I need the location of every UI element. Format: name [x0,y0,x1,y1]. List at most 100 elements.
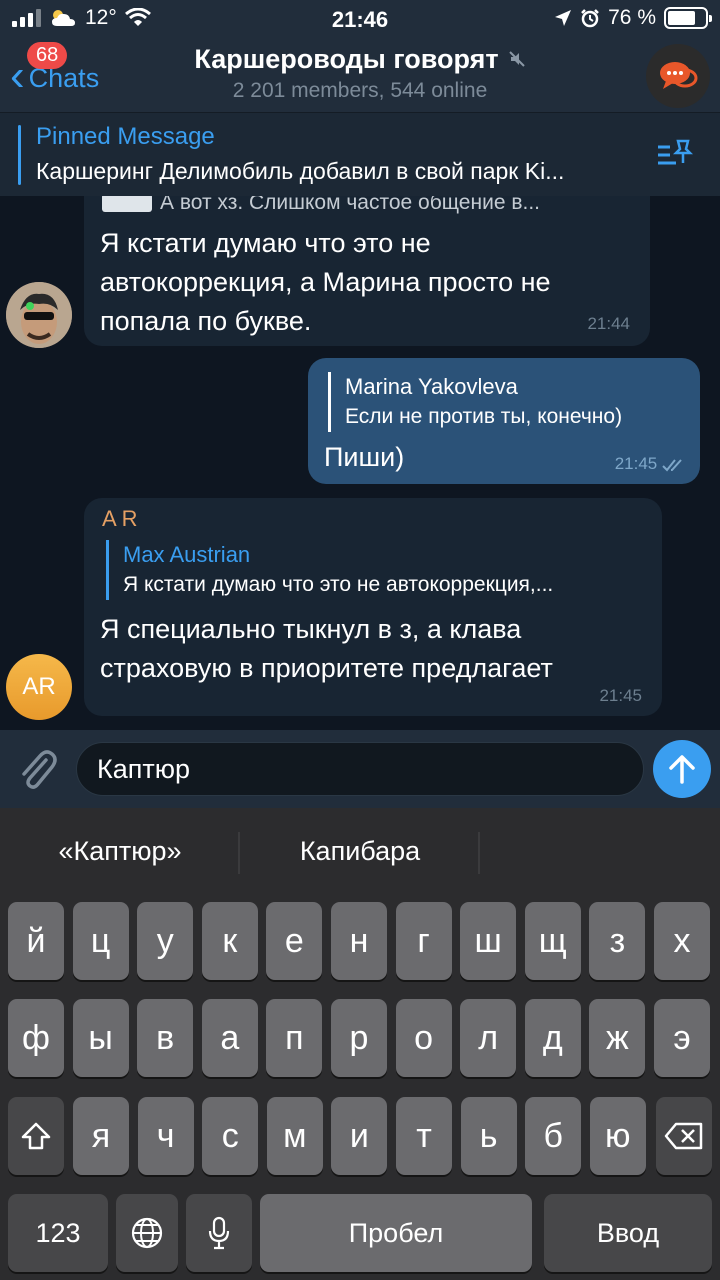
pin-list-icon[interactable] [656,137,694,171]
key-ч[interactable]: ч [137,1097,194,1175]
return-key[interactable]: Ввод [544,1194,712,1272]
pinned-accent-bar [18,125,21,185]
key-в[interactable]: в [137,999,194,1077]
key-щ[interactable]: щ [524,902,581,980]
key-м[interactable]: м [266,1097,323,1175]
message-time: 21:45 [599,686,642,705]
key-е[interactable]: е [266,902,323,980]
chat-title-area[interactable]: Каршероводы говорят 2 201 members, 544 o… [140,44,580,103]
double-check-icon [662,458,682,472]
dictation-key[interactable] [186,1194,252,1272]
pinned-label: Pinned Message [36,123,215,150]
message-input[interactable]: Каптюр [76,742,644,796]
key-й[interactable]: й [8,902,64,980]
arrow-up-icon [669,755,695,784]
key-т[interactable]: т [396,1097,452,1175]
suggestion-bar: «Каптюр» Капибара [0,808,720,896]
key-о[interactable]: о [395,999,452,1077]
battery-icon [664,7,712,29]
chat-bubbles-icon [660,62,698,89]
send-button[interactable] [653,740,711,798]
reply-preview: А вот хз. Слишком частое общение в... [102,196,622,216]
reply-text: Я кстати думаю что это не автокоррекция,… [123,573,554,596]
key-п[interactable]: п [266,999,323,1077]
message-bubble[interactable]: А вот хз. Слишком частое общение в... Я … [84,196,650,346]
battery-percent: 76 % [608,6,656,29]
message-line: Я специально тыкнул в з, а клава [100,614,522,644]
paperclip-icon[interactable] [16,748,58,792]
key-ю[interactable]: ю [589,1097,646,1175]
key-ц[interactable]: ц [72,902,129,980]
suggestion-1[interactable]: «Каптюр» [10,836,230,867]
message-line: страховую в приоритете предлагает [100,653,553,683]
sender-name[interactable]: A R [102,506,137,532]
key-к[interactable]: к [201,902,258,980]
status-bar: 12° 21:46 76 % [0,0,720,40]
key-а[interactable]: а [201,999,258,1077]
globe-icon [131,1217,163,1249]
message-list[interactable]: А вот хз. Слишком частое общение в... Я … [0,196,720,730]
backspace-icon [664,1122,703,1150]
backspace-key[interactable] [656,1097,712,1175]
reply-author: Marina Yakovleva [345,374,518,399]
message-line: Я кстати думаю что это не [100,228,431,258]
key-б[interactable]: б [525,1097,582,1175]
key-ы[interactable]: ы [72,999,129,1077]
key-э[interactable]: э [654,999,710,1077]
space-key[interactable]: Пробел [260,1194,532,1272]
key-ь[interactable]: ь [460,1097,517,1175]
muted-icon [503,51,526,72]
message-bubble-outgoing[interactable]: Marina Yakovleva Если не против ты, коне… [308,358,700,484]
numbers-key[interactable]: 123 [8,1194,108,1272]
key-у[interactable]: у [137,902,194,980]
key-р[interactable]: р [331,999,387,1077]
key-с[interactable]: с [202,1097,259,1175]
shift-key[interactable] [8,1097,64,1175]
suggestion-2[interactable]: Капибара [250,836,470,867]
message-time: 21:45 [615,454,686,474]
reply-preview[interactable]: Marina Yakovleva Если не против ты, коне… [328,372,678,432]
key-х[interactable]: х [654,902,710,980]
keyboard: «Каптюр» Капибара 123 Пробел Ввод йцукен… [0,808,720,1280]
time-label: 21:45 [614,454,658,473]
key-ш[interactable]: ш [460,902,517,980]
reply-preview[interactable]: Max Austrian Я кстати думаю что это не а… [106,540,646,600]
message-bubble[interactable]: A R Max Austrian Я кстати думаю что это … [84,498,662,716]
key-г[interactable]: г [395,902,452,980]
status-right: 76 % [554,6,712,30]
message-line: автокоррекция, а Марина просто не [100,267,551,297]
globe-key[interactable] [116,1194,178,1272]
message-text: Пиши) [324,442,405,472]
reply-text: Если не против ты, конечно) [345,405,623,428]
key-з[interactable]: з [589,902,646,980]
avatar-initials: AR [22,673,56,700]
avatar-ar[interactable]: AR [6,654,72,720]
message-time: 21:44 [587,314,630,333]
key-ж[interactable]: ж [589,999,646,1077]
suggestion-divider [238,832,240,874]
reply-author: Max Austrian [123,542,251,567]
chat-header: ‹ Chats 68 Каршероводы говорят 2 201 mem… [0,40,720,112]
pinned-message[interactable]: Pinned Message Каршеринг Делимобиль доба… [0,112,720,196]
avatar-max-austrian[interactable] [6,282,72,348]
user-photo [6,282,72,348]
chevron-left-icon: ‹ [10,51,25,100]
message-line: попала по букве. [100,306,312,336]
key-д[interactable]: д [524,999,581,1077]
key-н[interactable]: н [331,902,387,980]
pinned-text: Каршеринг Делимобиль добавил в свой парк… [36,158,565,184]
chat-title: Каршероводы говорят [194,44,499,74]
shift-arrow-icon [21,1122,51,1150]
message-text: Я кстати думаю что это не автокоррекция,… [100,224,640,341]
location-arrow-icon [555,10,572,26]
key-л[interactable]: л [460,999,517,1077]
key-я[interactable]: я [73,1097,129,1175]
microphone-icon [208,1216,230,1250]
suggestion-divider [478,832,480,874]
reply-text: А вот хз. Слишком частое общение в... [160,196,540,214]
group-avatar[interactable] [646,44,710,108]
key-ф[interactable]: ф [8,999,64,1077]
alarm-icon [581,9,600,28]
chat-subtitle: 2 201 members, 544 online [232,79,488,102]
key-и[interactable]: и [331,1097,388,1175]
